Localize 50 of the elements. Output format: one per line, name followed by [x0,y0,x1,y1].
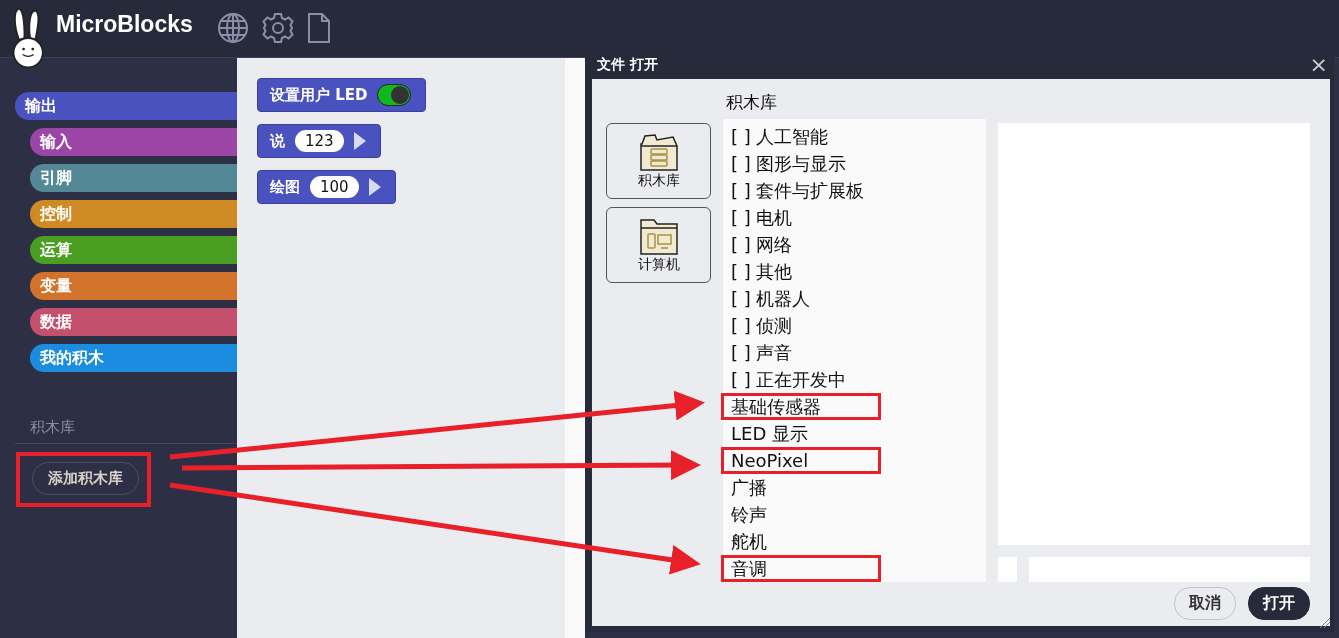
file-item[interactable]: 基础传感器 [721,393,881,420]
category-tab[interactable]: 我的积木 [30,344,237,372]
file-icon[interactable] [306,12,331,44]
file-item[interactable]: [ ] 套件与扩展板 [731,177,871,204]
number-slot[interactable]: 100 [310,176,359,198]
file-item[interactable]: 广播 [731,474,871,501]
source-button[interactable]: 计算机 [606,207,711,283]
app-title: MicroBlocks [56,11,193,38]
block-label: 说 [270,131,285,151]
file-item[interactable]: 音调 [721,555,881,582]
cancel-button[interactable]: 取消 [1174,587,1236,620]
open-button[interactable]: 打开 [1248,587,1310,620]
block-label: 设置用户 LED [270,85,368,105]
source-button[interactable]: 积木库 [606,123,711,199]
dialog-title: 文件 打开 [596,55,658,74]
number-slot[interactable]: 123 [295,130,344,152]
block-label: 绘图 [270,177,300,197]
close-button[interactable]: × [1309,52,1328,77]
folder-name: 积木库 [725,91,778,114]
file-item[interactable]: [ ] 网络 [731,231,871,258]
resize-grip-icon[interactable] [1318,616,1330,628]
file-item[interactable]: [ ] 图形与显示 [731,150,871,177]
file-item[interactable]: LED 显示 [731,420,871,447]
file-item[interactable]: [ ] 其他 [731,258,871,285]
computer-folder-icon [638,216,679,256]
category-tab[interactable]: 数据 [30,308,237,336]
globe-icon[interactable] [216,12,249,44]
file-item[interactable]: 舵机 [731,528,871,555]
file-item[interactable]: NeoPixel [721,447,881,474]
add-library-button[interactable]: 添加积木库 [32,462,139,495]
file-item[interactable]: [ ] 声音 [731,339,871,366]
expand-arrow-icon[interactable] [353,132,366,150]
file-item[interactable]: [ ] 人工智能 [731,123,871,150]
file-item[interactable]: [ ] 机器人 [731,285,871,312]
file-item[interactable]: [ ] 电机 [731,204,871,231]
expand-arrow-icon[interactable] [368,178,381,196]
source-label: 积木库 [637,172,680,190]
file-item[interactable]: [ ] 侦测 [731,312,871,339]
code-block[interactable]: 绘图 100 [257,170,396,204]
settings-icon[interactable] [261,12,294,44]
file-item[interactable]: [ ] 正在开发中 [731,366,871,393]
category-tab[interactable]: 引脚 [30,164,237,192]
source-label: 计算机 [637,256,680,274]
code-block[interactable]: 设置用户 LED [257,78,427,112]
toggle-switch[interactable] [377,84,412,106]
category-tab[interactable]: 输入 [30,128,237,156]
code-block[interactable]: 说 123 [257,124,381,158]
library-folder-icon [638,132,679,172]
category-tab[interactable]: 输出 [15,92,237,120]
file-item[interactable]: 铃声 [731,501,871,528]
